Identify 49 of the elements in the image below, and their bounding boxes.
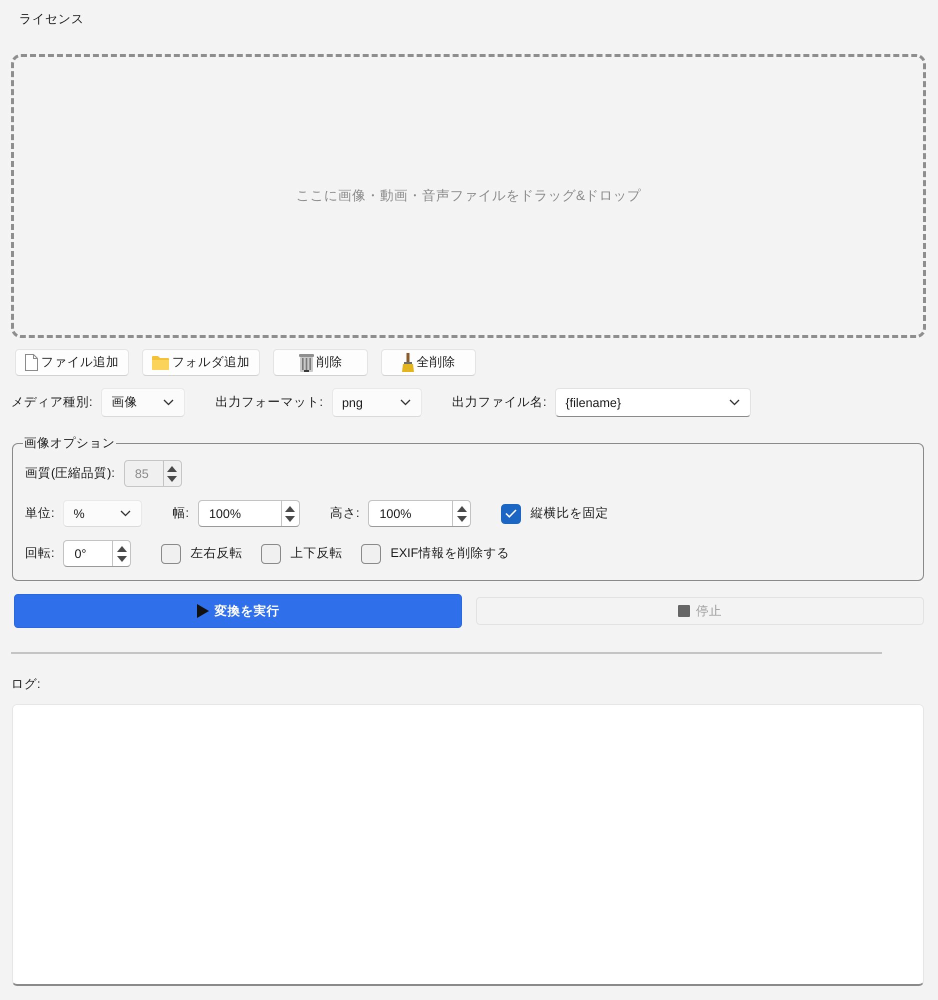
- toolbar-button[interactable]: フォルダ追加: [142, 349, 260, 376]
- document-icon: [25, 354, 38, 371]
- dropdown[interactable]: png: [332, 388, 422, 417]
- brush-icon: [402, 353, 414, 372]
- dropdown[interactable]: 画像: [101, 388, 186, 417]
- folder-icon: [152, 356, 169, 370]
- checkbox[interactable]: [361, 544, 382, 564]
- checkbox-label: EXIF情報を削除する: [390, 545, 510, 562]
- field-label: 回転:: [25, 545, 54, 562]
- field-label: メディア種別:: [11, 394, 92, 411]
- down-arrow-icon[interactable]: [456, 516, 467, 522]
- up-arrow-icon[interactable]: [285, 506, 296, 512]
- up-arrow-icon[interactable]: [116, 546, 127, 552]
- down-arrow-icon[interactable]: [285, 516, 296, 522]
- trash-can-icon: [298, 354, 314, 372]
- up-arrow-icon[interactable]: [456, 506, 467, 512]
- field-label: 幅:: [172, 505, 189, 522]
- field-label: 出力ファイル名:: [452, 394, 546, 411]
- spin-box[interactable]: 100%: [368, 500, 472, 527]
- toolbar-button[interactable]: 削除: [273, 349, 368, 376]
- field-label: 画質(圧縮品質):: [25, 465, 115, 482]
- checkbox[interactable]: [501, 504, 522, 524]
- down-arrow-icon[interactable]: [116, 556, 127, 562]
- chevron-down-icon: [163, 399, 174, 406]
- checkmark-icon: [505, 509, 518, 518]
- checkbox-label: 左右反転: [190, 545, 242, 562]
- checkbox-label: 縦横比を固定: [530, 505, 608, 522]
- play-icon: [196, 604, 208, 618]
- run-button[interactable]: 変換を実行: [14, 594, 462, 628]
- drop-hint: ここに画像・動画・音声ファイルをドラッグ&ドロップ: [296, 187, 641, 205]
- stop-icon: [678, 605, 690, 617]
- toolbar-button[interactable]: ファイル追加: [15, 349, 129, 376]
- field-label: 出力フォーマット:: [215, 394, 323, 411]
- spin-box[interactable]: 100%: [198, 500, 300, 527]
- editable-dropdown[interactable]: {filename}: [555, 388, 752, 417]
- chevron-down-icon: [120, 510, 132, 517]
- spin-box[interactable]: 0°: [63, 540, 132, 567]
- group-title: 画像オプション: [23, 435, 116, 452]
- field-label: 高さ:: [330, 505, 360, 522]
- dropdown[interactable]: %: [63, 500, 142, 527]
- toolbar-button[interactable]: 全削除: [381, 349, 476, 376]
- menu-item[interactable]: ライセンス: [11, 8, 92, 28]
- chevron-down-icon: [729, 399, 740, 406]
- checkbox-label: 上下反転: [290, 545, 342, 562]
- chevron-down-icon: [400, 399, 411, 406]
- checkbox[interactable]: [161, 544, 182, 564]
- log-label: ログ:: [11, 676, 40, 693]
- field-label: 単位:: [25, 505, 54, 522]
- checkbox[interactable]: [261, 544, 282, 564]
